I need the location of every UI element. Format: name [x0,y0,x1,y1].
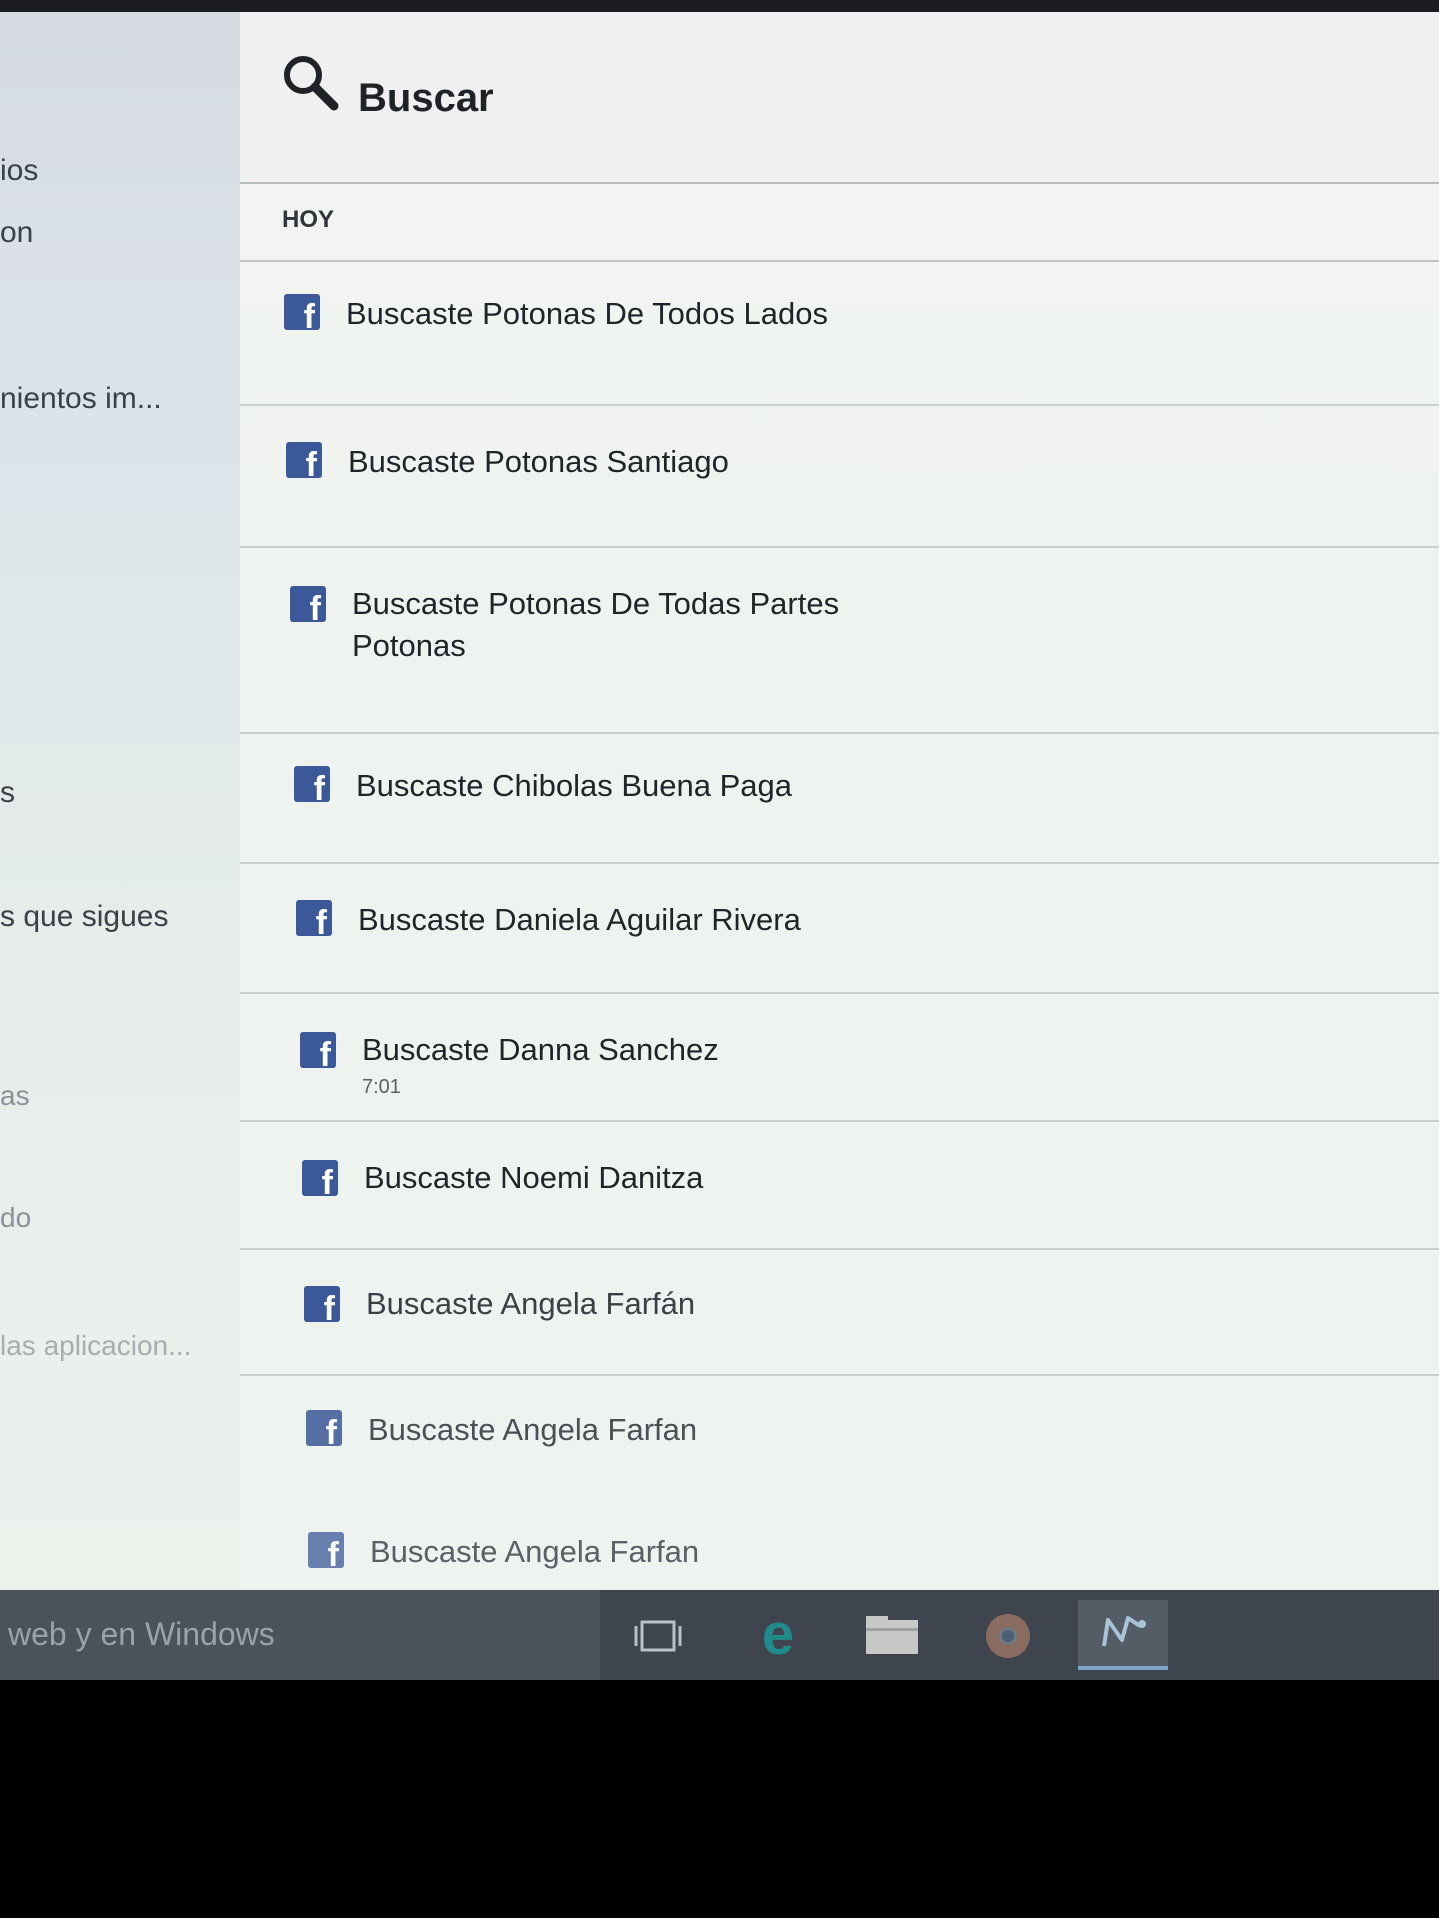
facebook-icon: f [308,1532,344,1572]
search-result-item[interactable]: f Buscaste Angela Farfan [240,1498,1439,1590]
active-app-button[interactable] [1078,1600,1168,1670]
left-item[interactable]: as [0,1080,30,1112]
left-item[interactable]: do [0,1202,31,1234]
result-text: Buscaste Chibolas Buena Paga [356,768,793,803]
result-text: Buscaste Potonas De Todos Lados [346,296,828,331]
facebook-icon: f [294,766,330,806]
edge-browser-icon: e [762,1602,794,1667]
search-panel: Buscar HOY f Buscaste Potonas De Todos L… [240,12,1439,1590]
result-timestamp: 7:01 [362,1076,401,1098]
task-view-button[interactable] [620,1600,700,1670]
taskbar-search-box[interactable]: web y en Windows [0,1590,600,1680]
taskbar-search-text: web y en Windows [8,1616,275,1652]
result-text: Buscaste Noemi Danitza [364,1160,704,1195]
screen: ios on nientos im... s s que sigues as d… [0,0,1439,1680]
search-result-item[interactable]: f Buscaste Angela Farfan [240,1376,1439,1496]
section-header-today: HOY [240,184,1439,262]
result-text: Buscaste Daniela Aguilar Rivera [358,902,801,937]
section-label: HOY [282,206,335,233]
left-item[interactable]: s [0,776,15,810]
facebook-icon: f [284,294,320,334]
left-item[interactable]: nientos im... [0,382,162,416]
chrome-button[interactable] [968,1600,1048,1670]
left-settings-panel: ios on nientos im... s s que sigues as d… [0,12,241,1590]
left-item[interactable]: s que sigues [0,900,168,934]
result-text: Buscaste Danna Sanchez [362,1032,719,1067]
left-item[interactable]: las aplicacion... [0,1330,191,1362]
search-icon [284,56,339,111]
search-title: Buscar [358,76,494,120]
facebook-icon: f [286,442,322,482]
facebook-icon: f [306,1410,342,1450]
app-icon [1102,1616,1146,1647]
result-text: Buscaste Potonas Santiago [348,444,729,479]
window-top-edge [0,0,1439,12]
search-result-item[interactable]: f Buscaste Noemi Danitza [240,1122,1439,1250]
search-result-item[interactable]: f Buscaste Chibolas Buena Paga [240,734,1439,864]
result-text: Buscaste Angela Farfán [366,1286,696,1321]
facebook-icon: f [300,1032,336,1072]
result-text: Buscaste Potonas De Todas Partes [352,586,840,621]
result-text-line2: Potonas [352,628,466,663]
left-item[interactable]: on [0,216,33,250]
facebook-icon: f [290,586,326,626]
left-item[interactable]: ios [0,154,38,188]
task-view-icon [634,1620,682,1652]
search-result-item[interactable]: f Buscaste Daniela Aguilar Rivera [240,864,1439,994]
facebook-icon: f [302,1160,338,1200]
svg-text:e: e [762,1602,794,1667]
result-text: Buscaste Angela Farfan [368,1412,698,1447]
chrome-icon [986,1614,1030,1658]
facebook-icon: f [296,900,332,940]
search-result-item[interactable]: f Buscaste Potonas De Todos Lados [240,262,1439,406]
taskbar: web y en Windows e [0,1590,1439,1680]
search-result-item[interactable]: f Buscaste Potonas Santiago [240,406,1439,548]
facebook-icon: f [304,1286,340,1326]
edge-browser-button[interactable]: e [738,1600,818,1670]
result-text: Buscaste Angela Farfan [370,1534,700,1569]
search-result-item[interactable]: f Buscaste Danna Sanchez 7:01 [240,994,1439,1122]
file-explorer-button[interactable] [852,1600,932,1670]
search-header[interactable]: Buscar [240,12,1439,184]
search-result-item[interactable]: f Buscaste Potonas De Todas Partes Poton… [240,548,1439,734]
file-explorer-icon [866,1616,918,1654]
search-result-item[interactable]: f Buscaste Angela Farfán [240,1250,1439,1376]
